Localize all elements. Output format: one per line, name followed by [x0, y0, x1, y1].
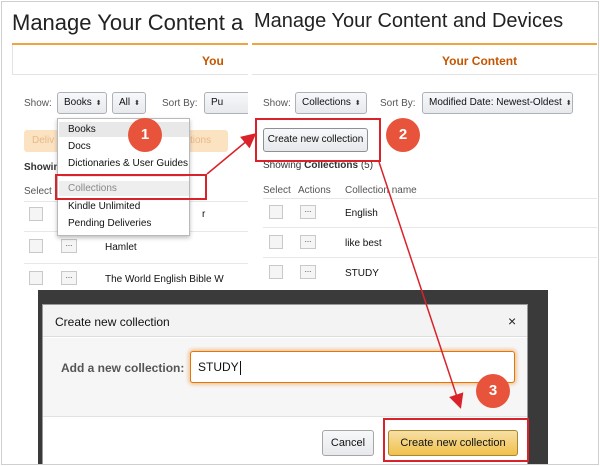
row-title: Hamlet [105, 242, 137, 253]
actions-column-header: Actions [298, 185, 331, 196]
dialog-title: Create new collection [55, 315, 170, 329]
collection-name: like best [345, 238, 382, 249]
close-icon[interactable]: × [508, 313, 516, 329]
sortby-select-value: Modified Date: Newest-Oldest [429, 97, 562, 108]
text-cursor [239, 360, 241, 375]
collection-name-input[interactable]: STUDY [190, 351, 515, 383]
row-title: The World English Bible W [105, 274, 224, 285]
actions-button[interactable]: ... [61, 239, 77, 253]
step-badge-2: 2 [386, 118, 420, 152]
collection-name: STUDY [345, 268, 379, 279]
chevron-updown-icon: ⬍ [354, 100, 361, 107]
collections-button[interactable]: tions [188, 130, 228, 152]
filter-select-value: All [119, 97, 131, 108]
page-title: Manage Your Content and Devices [254, 10, 564, 32]
row-title: r [202, 209, 206, 220]
row-divider [263, 257, 597, 258]
actions-button[interactable]: ... [300, 235, 316, 249]
row-checkbox[interactable] [269, 205, 283, 219]
screenshot-frame: Manage Your Content a You Show: Books ⬍ A… [1, 1, 599, 465]
row-divider [24, 263, 248, 264]
show-select[interactable]: Collections ⬍ [295, 92, 367, 114]
show-label: Show: [263, 98, 291, 109]
tab-bar [252, 45, 597, 75]
dropdown-item-docs[interactable]: Docs [68, 141, 91, 152]
sortby-label: Sort By: [162, 98, 198, 109]
collection-name-input-value: STUDY [198, 360, 239, 374]
row-checkbox[interactable] [29, 239, 43, 253]
collection-name-label: Add a new collection: [61, 361, 185, 375]
show-select[interactable]: Books ⬍ [57, 92, 107, 114]
row-divider [263, 227, 597, 228]
highlight-box-create-button [255, 118, 381, 162]
actions-button[interactable]: ... [61, 271, 77, 285]
cancel-button[interactable]: Cancel [322, 430, 374, 456]
actions-button[interactable]: ... [300, 205, 316, 219]
sortby-select[interactable]: Pu [204, 92, 248, 114]
highlight-box-submit-button [383, 418, 529, 462]
page-title: Manage Your Content a [12, 10, 244, 35]
select-column-header: Select [263, 185, 291, 196]
actions-button[interactable]: ... [300, 265, 316, 279]
sortby-select-value: Pu [211, 97, 224, 108]
dropdown-item-books[interactable]: Books [68, 124, 96, 135]
collection-name: English [345, 208, 378, 219]
filter-select[interactable]: All ⬍ [112, 92, 146, 114]
row-checkbox[interactable] [269, 235, 283, 249]
select-column-header: Select [24, 186, 52, 197]
show-label: Show: [24, 98, 52, 109]
chevron-updown-icon: ⬍ [134, 100, 140, 107]
dropdown-item-kindle-unlimited[interactable]: Kindle Unlimited [68, 201, 140, 212]
sortby-label: Sort By: [380, 98, 416, 109]
tab-your-content[interactable]: You [202, 54, 224, 68]
row-checkbox[interactable] [269, 265, 283, 279]
row-divider [263, 198, 597, 199]
sortby-select[interactable]: Modified Date: Newest-Oldest ⬍ [422, 92, 573, 114]
chevron-updown-icon: ⬍ [565, 100, 572, 107]
show-select-value: Collections [302, 97, 351, 108]
tab-your-content[interactable]: Your Content [442, 54, 517, 68]
dropdown-item-dictionaries[interactable]: Dictionaries & User Guides [68, 158, 188, 169]
step-badge-1: 1 [128, 118, 162, 152]
step-badge-3: 3 [476, 374, 510, 408]
row-checkbox[interactable] [29, 207, 43, 221]
chevron-updown-icon: ⬍ [95, 100, 102, 107]
row-checkbox[interactable] [29, 271, 43, 285]
collection-name-column-header: Collection name [345, 185, 417, 196]
show-select-value: Books [64, 97, 92, 108]
highlight-box-collections [55, 174, 207, 200]
left-panel: Manage Your Content a You Show: Books ⬍ A… [2, 2, 248, 292]
dropdown-item-pending-deliveries[interactable]: Pending Deliveries [68, 218, 151, 229]
